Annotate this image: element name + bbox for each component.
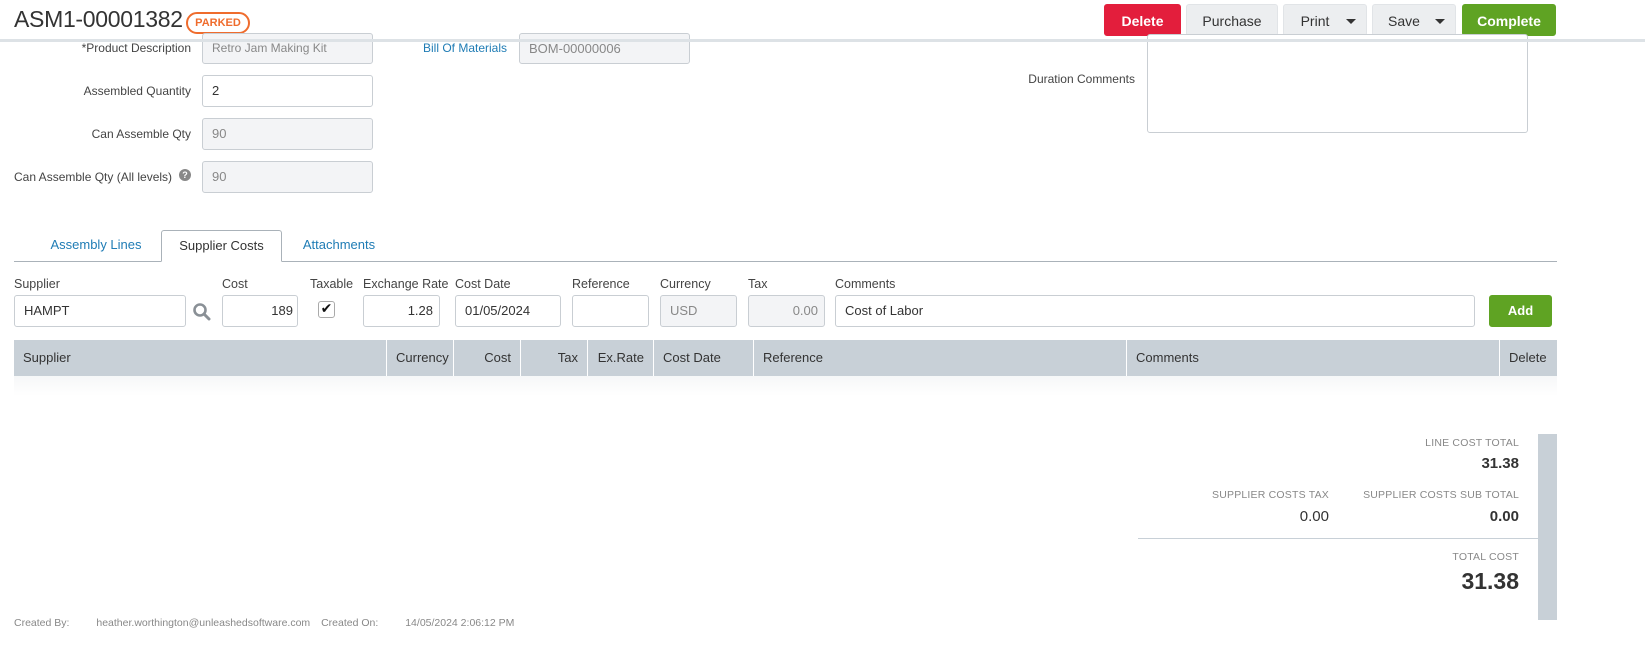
product-description-field[interactable]: Retro Jam Making Kit (202, 33, 373, 64)
cost-date-input[interactable]: 01/05/2024 (455, 295, 561, 327)
column-header-ex-rate[interactable]: Ex.Rate (588, 340, 654, 376)
tax-input: 0.00 (748, 295, 825, 327)
save-label: Save (1388, 13, 1420, 29)
caret-down-icon (1346, 19, 1356, 24)
supplier-costs-sub-total-label: SUPPLIER COSTS SUB TOTAL (1363, 489, 1519, 501)
assembled-quantity-field[interactable]: 2 (202, 75, 373, 107)
total-cost-value: 31.38 (1461, 568, 1519, 594)
bill-of-materials-field: BOM-00000006 (519, 33, 690, 64)
can-assemble-qty-all-field: 90 (202, 161, 373, 193)
exchange-rate-input[interactable]: 1.28 (363, 295, 440, 327)
currency-label: Currency (660, 277, 711, 291)
cost-label: Cost (222, 277, 248, 291)
cost-date-label: Cost Date (455, 277, 511, 291)
product-description-label: *Product Description (81, 41, 191, 55)
print-label: Print (1300, 13, 1330, 29)
caret-down-icon (1435, 19, 1445, 24)
created-on-value: 14/05/2024 2:06:12 PM (405, 617, 515, 629)
reference-label: Reference (572, 277, 630, 291)
exchange-rate-label: Exchange Rate (363, 277, 449, 291)
search-icon[interactable] (192, 302, 211, 321)
column-header-supplier[interactable]: Supplier (14, 340, 387, 376)
duration-comments-label: Duration Comments (1028, 72, 1135, 86)
can-assemble-qty-all-label: Can Assemble Qty (All levels) (14, 170, 173, 184)
column-header-tax[interactable]: Tax (521, 340, 588, 376)
duration-comments-textarea[interactable] (1147, 34, 1528, 133)
created-by-label: Created By: (14, 617, 70, 629)
totals-divider (1138, 538, 1538, 539)
can-assemble-qty-label: Can Assemble Qty (91, 127, 191, 141)
total-cost-label: TOTAL COST (1452, 551, 1519, 563)
comments-label: Comments (835, 277, 896, 291)
footer-audit: Created By: heather.worthington@unleashe… (14, 617, 514, 629)
can-assemble-qty-field: 90 (202, 118, 373, 150)
supplier-input[interactable]: HAMPT (14, 295, 186, 327)
reference-input[interactable] (572, 295, 649, 327)
taxable-checkbox[interactable]: ✔ (318, 301, 335, 318)
created-by-value: heather.worthington@unleashedsoftware.co… (96, 617, 311, 629)
taxable-label: Taxable (310, 277, 354, 291)
save-button[interactable]: Save (1372, 4, 1456, 36)
complete-button[interactable]: Complete (1462, 4, 1556, 36)
created-on-label: Created On: (321, 617, 379, 629)
print-button[interactable]: Print (1283, 4, 1367, 36)
status-badge: PARKED (186, 12, 250, 34)
column-header-reference[interactable]: Reference (754, 340, 1127, 376)
purchase-button[interactable]: Purchase (1186, 4, 1278, 36)
line-cost-total-label: LINE COST TOTAL (1425, 437, 1519, 449)
column-header-currency[interactable]: Currency (387, 340, 454, 376)
tab-assembly-lines[interactable]: Assembly Lines (36, 230, 156, 262)
delete-button[interactable]: Delete (1104, 4, 1181, 36)
assembled-quantity-label: Assembled Quantity (83, 84, 191, 98)
supplier-costs-tax-value: 0.00 (1299, 508, 1329, 525)
header-divider (0, 39, 1645, 42)
add-button[interactable]: Add (1489, 295, 1552, 327)
tab-attachments[interactable]: Attachments (289, 230, 389, 262)
column-header-delete: Delete (1500, 340, 1557, 376)
supplier-costs-tax-label: SUPPLIER COSTS TAX (1212, 489, 1329, 501)
tax-label: Tax (748, 277, 768, 291)
column-header-comments[interactable]: Comments (1127, 340, 1500, 376)
tab-supplier-costs[interactable]: Supplier Costs (161, 230, 282, 262)
cost-input[interactable]: 189 (222, 295, 298, 327)
totals-side-bar (1538, 434, 1557, 620)
bill-of-materials-link[interactable]: Bill Of Materials (423, 41, 507, 55)
supplier-label[interactable]: Supplier (14, 277, 60, 291)
comments-input[interactable]: Cost of Labor (835, 295, 1475, 327)
column-header-cost[interactable]: Cost (454, 340, 521, 376)
currency-input: USD (660, 295, 737, 327)
page-title: ASM1-00001382 (14, 6, 183, 32)
supplier-costs-sub-total-value: 0.00 (1489, 508, 1519, 525)
column-header-cost-date[interactable]: Cost Date (654, 340, 754, 376)
help-icon[interactable]: ? (179, 169, 191, 181)
table-empty-body (14, 376, 1557, 396)
line-cost-total-value: 31.38 (1481, 455, 1519, 472)
